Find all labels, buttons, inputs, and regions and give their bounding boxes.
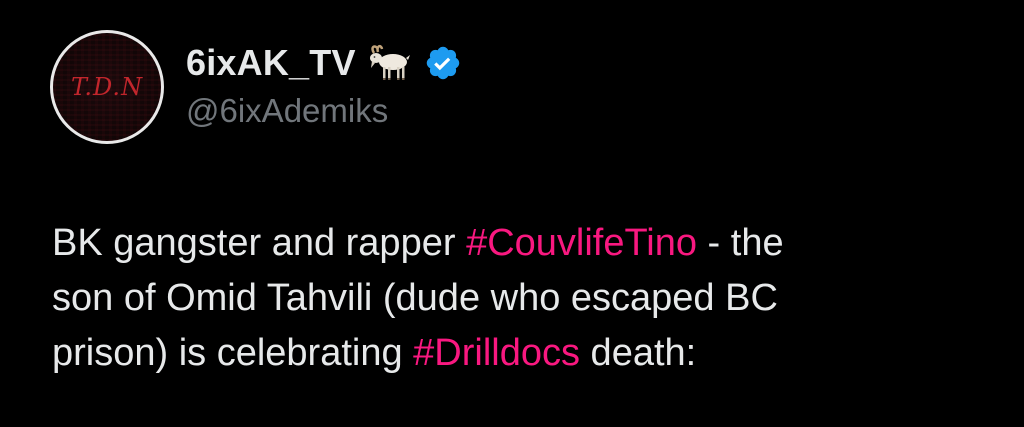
tweet-line-1: BK gangster and rapper #CouvlifeTino - t… — [52, 216, 982, 271]
hashtag-drilldocs[interactable]: #Drilldocs — [413, 332, 580, 374]
avatar-logo: T.D.N — [70, 73, 144, 101]
name-row: 6ixAK_TV — [186, 40, 462, 86]
tweet-line-3: prison) is celebrating #Drilldocs death: — [52, 326, 982, 381]
tweet-header: T.D.N 6ixAK_TV @6ixAdemiks — [50, 30, 462, 144]
avatar[interactable]: T.D.N — [50, 30, 164, 144]
text-segment: death: — [580, 332, 697, 374]
tweet-card: T.D.N 6ixAK_TV @6ixAdemiks BK gangster a… — [0, 0, 1024, 427]
tweet-text: BK gangster and rapper #CouvlifeTino - t… — [52, 216, 982, 381]
text-segment: son of Omid Tahvili (dude who escaped BC — [52, 277, 778, 319]
text-segment: prison) is celebrating — [52, 332, 414, 374]
display-name[interactable]: 6ixAK_TV — [186, 42, 356, 84]
goat-emoji-icon — [366, 43, 414, 83]
text-segment: BK gangster and rapper — [52, 222, 467, 264]
author-info: 6ixAK_TV @6ixAdemiks — [186, 40, 462, 130]
hashtag-couvlifetino[interactable]: #CouvlifeTino — [466, 222, 697, 264]
verified-badge-icon[interactable] — [424, 44, 462, 82]
handle[interactable]: @6ixAdemiks — [186, 92, 462, 130]
tweet-line-2: son of Omid Tahvili (dude who escaped BC — [52, 271, 982, 326]
text-segment: - the — [697, 222, 784, 264]
